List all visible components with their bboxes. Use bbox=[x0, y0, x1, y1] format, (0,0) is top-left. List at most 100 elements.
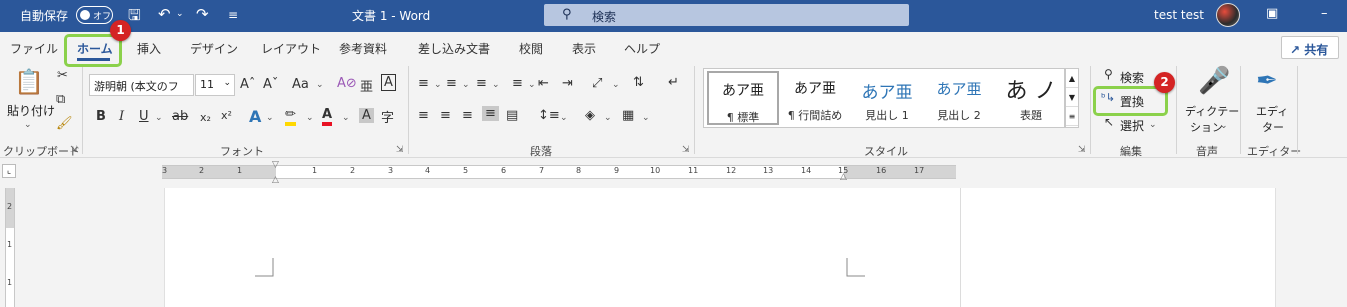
paste-dropdown-icon[interactable]: ⌄ bbox=[24, 120, 32, 130]
asian-layout-dropdown-icon[interactable]: ⌄ bbox=[612, 80, 620, 90]
dictate-label-1[interactable]: ディクテー bbox=[1185, 103, 1239, 119]
justify-icon[interactable]: ≡ bbox=[482, 106, 499, 121]
shrink-font-icon[interactable]: Aˇ bbox=[263, 77, 278, 92]
tab-insert[interactable]: 挿入 bbox=[137, 40, 161, 57]
select-label[interactable]: 選択 bbox=[1120, 117, 1144, 134]
style-heading-1[interactable]: あア亜 見出し 1 bbox=[851, 71, 923, 125]
share-button[interactable]: ↗ 共有 bbox=[1281, 36, 1339, 59]
borders-dropdown-icon[interactable]: ⌄ bbox=[642, 113, 650, 123]
tab-view[interactable]: 表示 bbox=[572, 40, 596, 57]
dictate-label-2[interactable]: ション bbox=[1190, 119, 1223, 135]
show-formatting-marks-icon[interactable]: ↵ bbox=[668, 75, 679, 90]
style-heading-2[interactable]: あア亜 見出し 2 bbox=[923, 71, 995, 125]
tab-mailings[interactable]: 差し込み文書 bbox=[418, 40, 490, 57]
tab-file[interactable]: ファイル bbox=[10, 40, 58, 57]
editor-label-2[interactable]: ター bbox=[1262, 119, 1284, 135]
subscript-icon[interactable]: x₂ bbox=[200, 111, 211, 124]
character-shading-icon[interactable]: A bbox=[359, 108, 374, 123]
line-spacing-dropdown-icon[interactable]: ⌄ bbox=[560, 113, 568, 123]
paragraph-launcher-icon[interactable]: ⇲ bbox=[682, 145, 690, 155]
find-icon[interactable]: ⚲ bbox=[1104, 67, 1113, 81]
multilevel-list-2-icon[interactable]: ≡ bbox=[512, 76, 523, 91]
tab-references[interactable]: 参考資料 bbox=[339, 40, 387, 57]
shading-dropdown-icon[interactable]: ⌄ bbox=[604, 113, 612, 123]
numbering-dropdown-icon[interactable]: ⌄ bbox=[462, 80, 470, 90]
redo-icon[interactable]: ↷ bbox=[196, 5, 209, 23]
align-center-icon[interactable]: ≡ bbox=[440, 108, 451, 123]
bold-icon[interactable]: B bbox=[96, 109, 106, 124]
user-name[interactable]: test test bbox=[1154, 8, 1204, 22]
tab-review[interactable]: 校閲 bbox=[519, 40, 543, 57]
strikethrough-icon[interactable]: ab bbox=[172, 109, 188, 124]
font-color-icon[interactable]: A bbox=[322, 107, 333, 126]
paste-icon[interactable]: 📋 bbox=[14, 68, 44, 96]
asian-layout-icon[interactable]: ⤢ bbox=[592, 76, 602, 91]
underline-dropdown-icon[interactable]: ⌄ bbox=[155, 113, 163, 123]
avatar[interactable] bbox=[1216, 3, 1240, 27]
increase-indent-icon[interactable]: ⇥ bbox=[562, 76, 573, 91]
select-icon[interactable]: ↖ bbox=[1104, 115, 1114, 129]
undo-dropdown-icon[interactable]: ⌄ bbox=[176, 9, 184, 19]
text-effects-icon[interactable]: A bbox=[249, 107, 261, 126]
clipboard-launcher-icon[interactable]: ⇲ bbox=[70, 145, 78, 155]
tab-selector[interactable]: ⌞ bbox=[2, 164, 16, 178]
bullets-icon[interactable]: ≡ bbox=[418, 76, 429, 91]
shading-icon[interactable]: ◈ bbox=[585, 108, 595, 123]
multilevel-2-dropdown-icon[interactable]: ⌄ bbox=[528, 80, 536, 90]
dictate-dropdown-icon[interactable]: ⌄ bbox=[1220, 121, 1228, 131]
tab-design[interactable]: デザイン bbox=[190, 40, 238, 57]
style-no-spacing[interactable]: あア亜 ¶ 行間詰め bbox=[779, 71, 851, 125]
microphone-icon[interactable]: 🎤 bbox=[1198, 66, 1230, 96]
copy-icon[interactable]: ⧉ bbox=[56, 92, 65, 107]
gallery-up-icon[interactable]: ▲ bbox=[1066, 69, 1078, 88]
underline-icon[interactable]: U bbox=[139, 109, 149, 124]
grow-font-icon[interactable]: Aˆ bbox=[240, 77, 255, 92]
clear-formatting-icon[interactable]: A⊘ bbox=[337, 76, 357, 91]
gallery-more-icon[interactable]: ≡ bbox=[1066, 107, 1078, 126]
customize-qat-icon[interactable]: ≡ bbox=[228, 8, 238, 22]
font-size-select[interactable]: 11 ⌄ bbox=[195, 74, 235, 96]
superscript-icon[interactable]: x² bbox=[221, 109, 232, 122]
select-dropdown-icon[interactable]: ⌄ bbox=[1149, 120, 1157, 130]
horizontal-ruler[interactable]: 3 2 1 1 2 3 4 5 6 7 8 9 10 11 12 13 14 1… bbox=[162, 165, 956, 179]
numbering-icon[interactable]: ≡ bbox=[446, 76, 457, 91]
font-name-select[interactable]: 游明朝 (本文のフ bbox=[89, 74, 194, 96]
left-indent-marker-icon[interactable]: △ bbox=[272, 175, 279, 185]
distributed-icon[interactable]: ▤ bbox=[506, 108, 518, 123]
align-right-icon[interactable]: ≡ bbox=[462, 108, 473, 123]
styles-launcher-icon[interactable]: ⇲ bbox=[1078, 145, 1086, 155]
search-box[interactable]: ⚲ 検索 bbox=[544, 4, 909, 26]
phonetic-guide-icon[interactable]: 亜 bbox=[360, 76, 373, 95]
cut-icon[interactable]: ✂ bbox=[57, 68, 68, 83]
tab-layout[interactable]: レイアウト bbox=[261, 40, 321, 57]
line-spacing-icon[interactable]: ↕≡ bbox=[538, 108, 560, 123]
sort-icon[interactable]: ⇅ bbox=[633, 75, 644, 90]
ribbon-display-options-icon[interactable]: ▣ bbox=[1266, 6, 1278, 21]
align-left-icon[interactable]: ≡ bbox=[418, 108, 429, 123]
decrease-indent-icon[interactable]: ⇤ bbox=[538, 76, 549, 91]
multilevel-list-icon[interactable]: ≡ bbox=[476, 76, 487, 91]
borders-icon[interactable]: ▦ bbox=[622, 108, 634, 123]
change-case-dropdown-icon[interactable]: ⌄ bbox=[316, 80, 324, 90]
minimize-icon[interactable]: – bbox=[1321, 6, 1328, 21]
font-color-dropdown-icon[interactable]: ⌄ bbox=[342, 113, 350, 123]
tab-help[interactable]: ヘルプ bbox=[624, 40, 660, 57]
bullets-dropdown-icon[interactable]: ⌄ bbox=[434, 80, 442, 90]
character-border-icon[interactable]: A bbox=[381, 74, 396, 91]
editor-pen-icon[interactable]: ✒ bbox=[1256, 66, 1278, 96]
text-effects-dropdown-icon[interactable]: ⌄ bbox=[266, 113, 274, 123]
paste-label[interactable]: 貼り付け bbox=[7, 102, 55, 119]
change-case-label[interactable]: Aa bbox=[292, 77, 309, 92]
multilevel-dropdown-icon[interactable]: ⌄ bbox=[492, 80, 500, 90]
highlight-color-icon[interactable]: ✏ bbox=[285, 107, 296, 126]
enclose-characters-icon[interactable]: 字 bbox=[381, 107, 394, 126]
style-title[interactable]: あ ノ 表題 bbox=[995, 71, 1067, 125]
right-indent-marker-icon[interactable]: △ bbox=[840, 172, 847, 182]
vertical-ruler[interactable]: 2 1 1 bbox=[5, 188, 15, 307]
italic-icon[interactable]: I bbox=[119, 109, 124, 124]
find-label[interactable]: 検索 bbox=[1120, 69, 1144, 86]
highlight-dropdown-icon[interactable]: ⌄ bbox=[306, 113, 314, 123]
first-line-indent-marker-icon[interactable]: ▽ bbox=[272, 160, 279, 170]
font-launcher-icon[interactable]: ⇲ bbox=[396, 145, 404, 155]
style-normal[interactable]: あア亜 ¶ 標準 bbox=[707, 71, 779, 125]
